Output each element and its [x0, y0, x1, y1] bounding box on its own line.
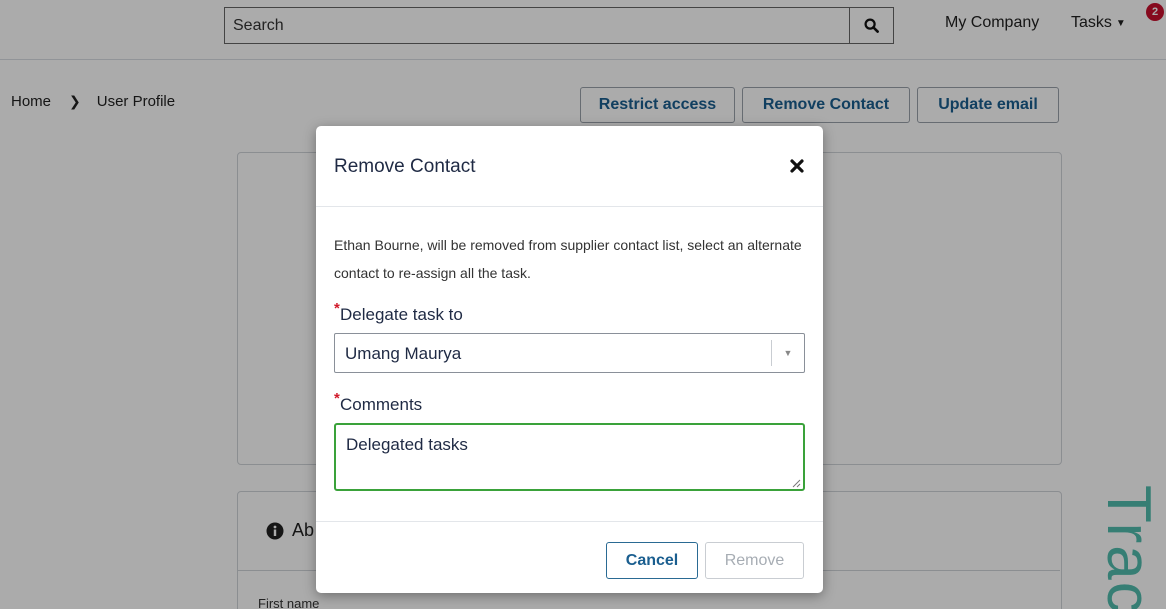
dialog-message: Ethan Bourne, will be removed from suppl…: [334, 237, 802, 281]
comments-textarea[interactable]: Delegated tasks: [334, 423, 805, 491]
dropdown-arrow-icon[interactable]: ▼: [771, 340, 804, 366]
required-marker: *: [334, 300, 340, 317]
dialog-body: Ethan Bourne, will be removed from suppl…: [334, 207, 805, 491]
required-marker: *: [334, 390, 340, 407]
resize-handle-icon[interactable]: [792, 479, 801, 488]
cancel-button[interactable]: Cancel: [606, 542, 698, 579]
dialog-title: Remove Contact: [334, 156, 476, 177]
delegate-selected-value: Umang Maurya: [345, 344, 462, 363]
dialog-header: Remove Contact: [316, 126, 823, 207]
delegate-label: * Delegate task to: [334, 300, 805, 325]
comments-label: * Comments: [334, 390, 805, 415]
comments-wrapper: Delegated tasks: [334, 423, 805, 491]
delegate-label-text: Delegate task to: [340, 305, 463, 324]
remove-button[interactable]: Remove: [705, 542, 804, 579]
dialog-footer: Cancel Remove: [316, 521, 823, 593]
delegate-select[interactable]: Umang Maurya ▼: [334, 333, 805, 373]
remove-contact-dialog: Remove Contact Ethan Bourne, will be rem…: [316, 126, 823, 593]
close-icon[interactable]: [789, 158, 805, 174]
comments-label-text: Comments: [340, 395, 423, 414]
